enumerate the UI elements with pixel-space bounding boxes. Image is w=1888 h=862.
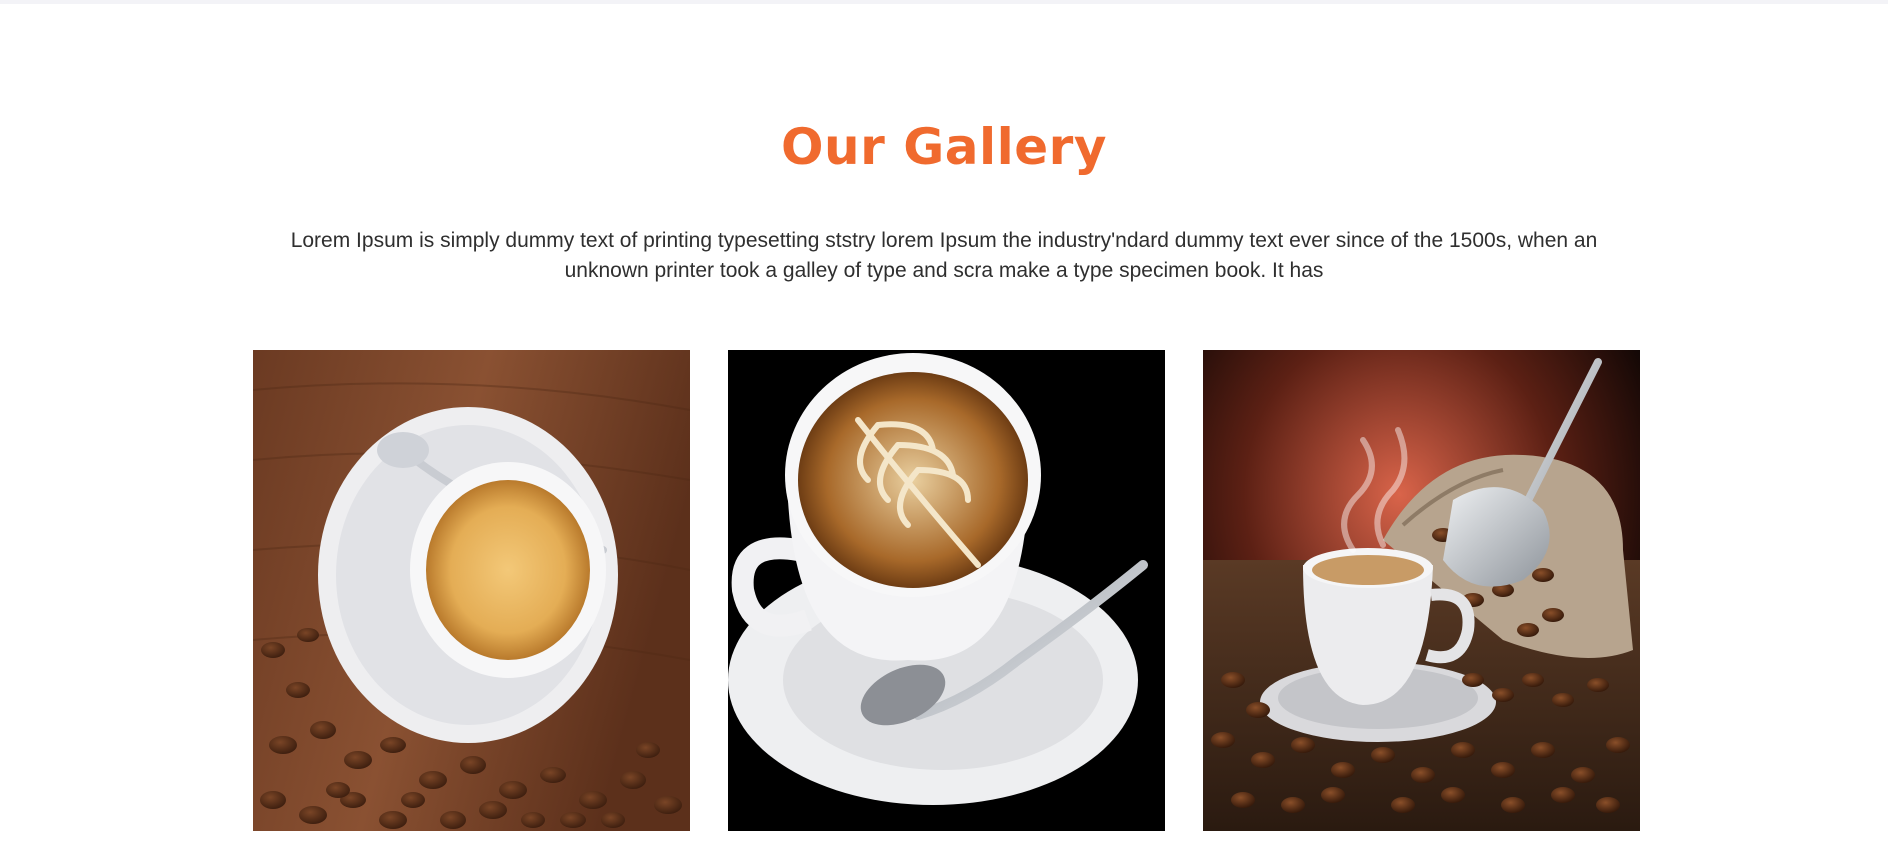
gallery-intro: Lorem Ipsum is simply dummy text of prin… [290, 229, 1598, 282]
espresso-photo [253, 350, 690, 831]
gallery-image-espresso[interactable] [253, 350, 690, 831]
beans-cup-photo [1203, 350, 1640, 831]
gallery-image-latte[interactable] [728, 350, 1165, 831]
latte-photo [728, 350, 1165, 831]
gallery-title: Our Gallery [781, 118, 1107, 176]
gallery-image-beans-cup[interactable] [1203, 350, 1640, 831]
top-divider [0, 0, 1888, 4]
